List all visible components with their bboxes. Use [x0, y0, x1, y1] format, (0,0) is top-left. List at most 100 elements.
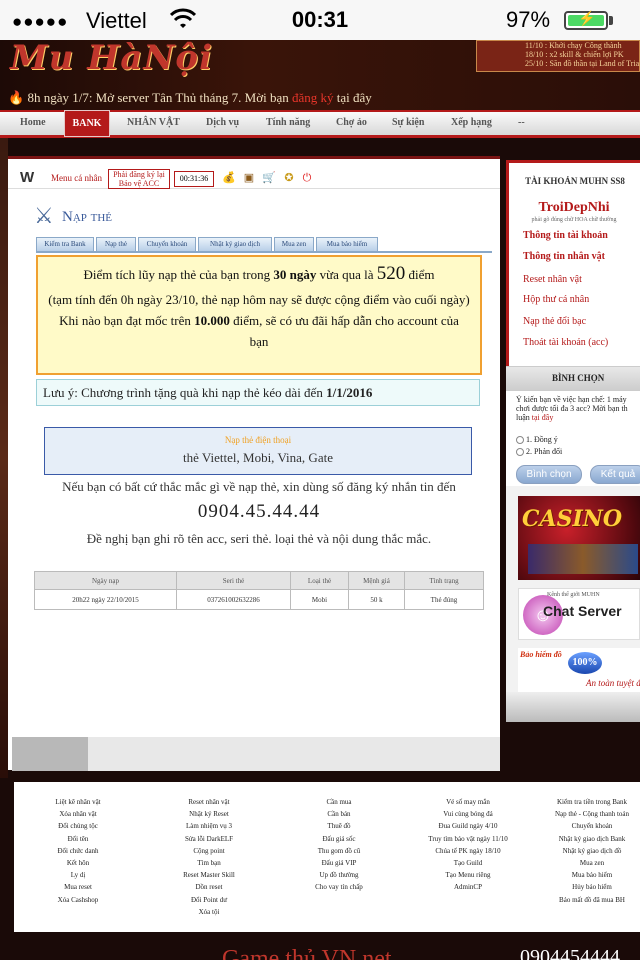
radio-icon[interactable] [516, 448, 524, 457]
poll-question-line: Ý kiến bạn về việc hạn chế: 1 máy [516, 395, 627, 404]
points-text: Điểm tích lũy nạp thẻ của bạn trong [83, 267, 274, 282]
footer-link[interactable]: Cần mua [284, 796, 394, 808]
link-logout[interactable]: Thoát tài khoản (acc) [523, 337, 608, 348]
points-calc-note: (tạm tính đến 0h ngày 23/10, thẻ nạp hôm… [48, 292, 470, 307]
register-link[interactable]: đăng ký [292, 90, 334, 105]
footer-link[interactable]: Ly dị [24, 869, 132, 881]
medal-icon[interactable]: ✪ [282, 171, 296, 185]
account-header: TÀI KHOẢN MUHN SS8 [525, 176, 625, 186]
footer-link[interactable]: Cộng point [150, 845, 268, 857]
nav-character[interactable]: NHÂN VẬT [127, 117, 180, 128]
news-box[interactable]: 11/10 : Khởi chạy Công thành 18/10 : x2 … [476, 40, 640, 72]
poll-option-agree[interactable]: 1. Đồng ý [516, 435, 558, 445]
chest-icon[interactable]: ▣ [242, 171, 256, 185]
footer-link[interactable]: Cho vay tín chấp [284, 881, 394, 893]
tab-buy-zen[interactable]: Mua zen [274, 237, 314, 252]
footer-link[interactable]: Vé số may mắn [406, 796, 530, 808]
footer-link[interactable]: Đổi Point dư [150, 894, 268, 906]
footer-link[interactable]: Đổi tên [24, 833, 132, 845]
casino-ad[interactable]: CASINO [518, 496, 640, 580]
money-bag-icon[interactable]: 💰 [222, 171, 236, 185]
nav-features[interactable]: Tính năng [266, 117, 310, 128]
nav-services[interactable]: Dịch vụ [206, 117, 239, 128]
footer-link[interactable]: Đấu giá VIP [284, 857, 394, 869]
nav-rankings[interactable]: Xếp hạng [451, 117, 492, 128]
nav-bank[interactable]: BANK [64, 110, 110, 137]
footer-link[interactable]: Kiểm tra tiền trong Bank [544, 796, 640, 808]
footer-link[interactable]: AdminCP [406, 881, 530, 893]
footer-link[interactable]: Tạo Menu riêng [406, 869, 530, 881]
phone-card-box[interactable]: Nạp thẻ điện thoại thẻ Viettel, Mobi, Vi… [44, 427, 472, 475]
link-inbox[interactable]: Hộp thư cá nhân [523, 294, 589, 305]
insurance-ad[interactable]: Bảo hiểm đồ 100% An toàn tuyệt đối [518, 648, 640, 692]
footer-link[interactable]: Truy tìm bảo vật ngày 11/10 [406, 833, 530, 845]
power-icon[interactable]: ⏻ [300, 171, 314, 185]
footer-link[interactable]: Nhật ký Reset [150, 808, 268, 820]
tab-transaction-log[interactable]: Nhật ký giao dịch [198, 237, 272, 252]
link-character-info[interactable]: Thông tin nhân vật [523, 251, 605, 262]
footer-col-market: Cần mua Cần bán Thuê đồ Đấu giá sốc Thu … [284, 796, 394, 894]
news-item: 25/10 : Săn đồ thần tại Land of Trials [525, 59, 640, 68]
footer-link[interactable]: Nhật ký giao dịch Bank [544, 833, 640, 845]
footer-link[interactable]: Hủy bảo hiểm [544, 881, 640, 893]
footer-link[interactable]: Mua bảo hiểm [544, 869, 640, 881]
footer-link[interactable]: Sửa lỗi DarkELF [150, 833, 268, 845]
phone-card-title[interactable]: Nạp thẻ điện thoại [45, 435, 471, 445]
footer-link[interactable]: Nạp thẻ - Cộng thanh toán [544, 808, 640, 820]
footer-link[interactable]: Xóa Cashshop [24, 894, 132, 906]
nav-market[interactable]: Chợ ảo [336, 117, 367, 128]
footer-link[interactable]: Dồn reset [150, 881, 268, 893]
tab-transfer[interactable]: Chuyển khoản [138, 237, 196, 252]
w-logo-icon[interactable]: W [20, 169, 34, 186]
footer-link[interactable]: Mua zen [544, 857, 640, 869]
footer-link[interactable]: Xóa nhân vật [24, 808, 132, 820]
main-nav: Home BANK NHÂN VẬT Dịch vụ Tính năng Chợ… [0, 110, 640, 138]
footer-brand: Game thủ VN.net [222, 946, 392, 960]
footer-link[interactable]: Tạo Guild [406, 857, 530, 869]
tab-topup[interactable]: Nạp thẻ [96, 237, 136, 252]
horizontal-scrollbar[interactable] [12, 737, 500, 771]
footer-link[interactable]: Tìm bạn [150, 857, 268, 869]
footer-link[interactable]: Mua reset [24, 881, 132, 893]
vote-button[interactable]: Bình chọn [516, 465, 582, 484]
results-button[interactable]: Kết quả [590, 465, 640, 484]
footer-link[interactable]: Reset Master Skill [150, 869, 268, 881]
nav-events[interactable]: Sự kiện [392, 117, 424, 128]
charging-icon: ⚡ [578, 10, 596, 26]
tab-check-bank[interactable]: Kiểm tra Bank [36, 237, 94, 252]
personal-menu-link[interactable]: Menu cá nhân [51, 173, 102, 183]
footer-link[interactable]: Vui cùng bóng đá [406, 808, 530, 820]
footer-link[interactable]: Up đồ thường [284, 869, 394, 881]
footer-link[interactable]: Đấu giá sốc [284, 833, 394, 845]
footer-link[interactable]: Xóa tội [150, 906, 268, 918]
scrollbar-thumb[interactable] [12, 737, 88, 771]
tab-buy-insurance[interactable]: Mua bảo hiểm [316, 237, 378, 252]
footer-link[interactable]: Chuyển khoản [544, 820, 640, 832]
nav-home[interactable]: Home [20, 117, 46, 128]
poll-option-disagree[interactable]: 2. Phản đối [516, 447, 562, 457]
footer-link[interactable]: Liệt kê nhân vật [24, 796, 132, 808]
footer-link[interactable]: Thuê đồ [284, 820, 394, 832]
link-account-info[interactable]: Thông tin tài khoản [523, 230, 608, 241]
reregister-button[interactable]: Phải đăng ký lại Bảo vệ ACC [108, 169, 170, 189]
footer-link[interactable]: Bảo mất đồ đã mua BH [544, 894, 640, 906]
chat-server-ad[interactable]: ☺ Kênh thế giới MUHN Chat Server [518, 588, 640, 640]
footer-link[interactable]: Làm nhiệm vụ 3 [150, 820, 268, 832]
footer-link[interactable]: Đổi chức danh [24, 845, 132, 857]
footer-link[interactable]: Đổi chủng tộc [24, 820, 132, 832]
footer-link[interactable]: Cần bán [284, 808, 394, 820]
footer-link[interactable]: Đua Guild ngày 4/10 [406, 820, 530, 832]
radio-icon[interactable] [516, 436, 524, 445]
cart-icon[interactable]: 🛒 [262, 171, 276, 185]
footer-link[interactable]: Reset nhân vật [150, 796, 268, 808]
link-reset-character[interactable]: Reset nhân vật [523, 274, 582, 285]
footer-link[interactable]: Chúa tể PK ngày 18/10 [406, 845, 530, 857]
page-title: Nạp thẻ [62, 209, 113, 225]
nav-more[interactable]: -- [518, 117, 525, 128]
footer-link[interactable]: Nhật ký giao dịch đồ [544, 845, 640, 857]
poll-discuss-link[interactable]: tại đây [532, 413, 554, 422]
link-topup-silver[interactable]: Nạp thẻ đổi bạc [523, 316, 586, 327]
footer-link[interactable]: Thu gom đồ cũ [284, 845, 394, 857]
footer-link[interactable]: Kết hôn [24, 857, 132, 869]
site-logo[interactable]: Mu HàNội [10, 40, 213, 78]
